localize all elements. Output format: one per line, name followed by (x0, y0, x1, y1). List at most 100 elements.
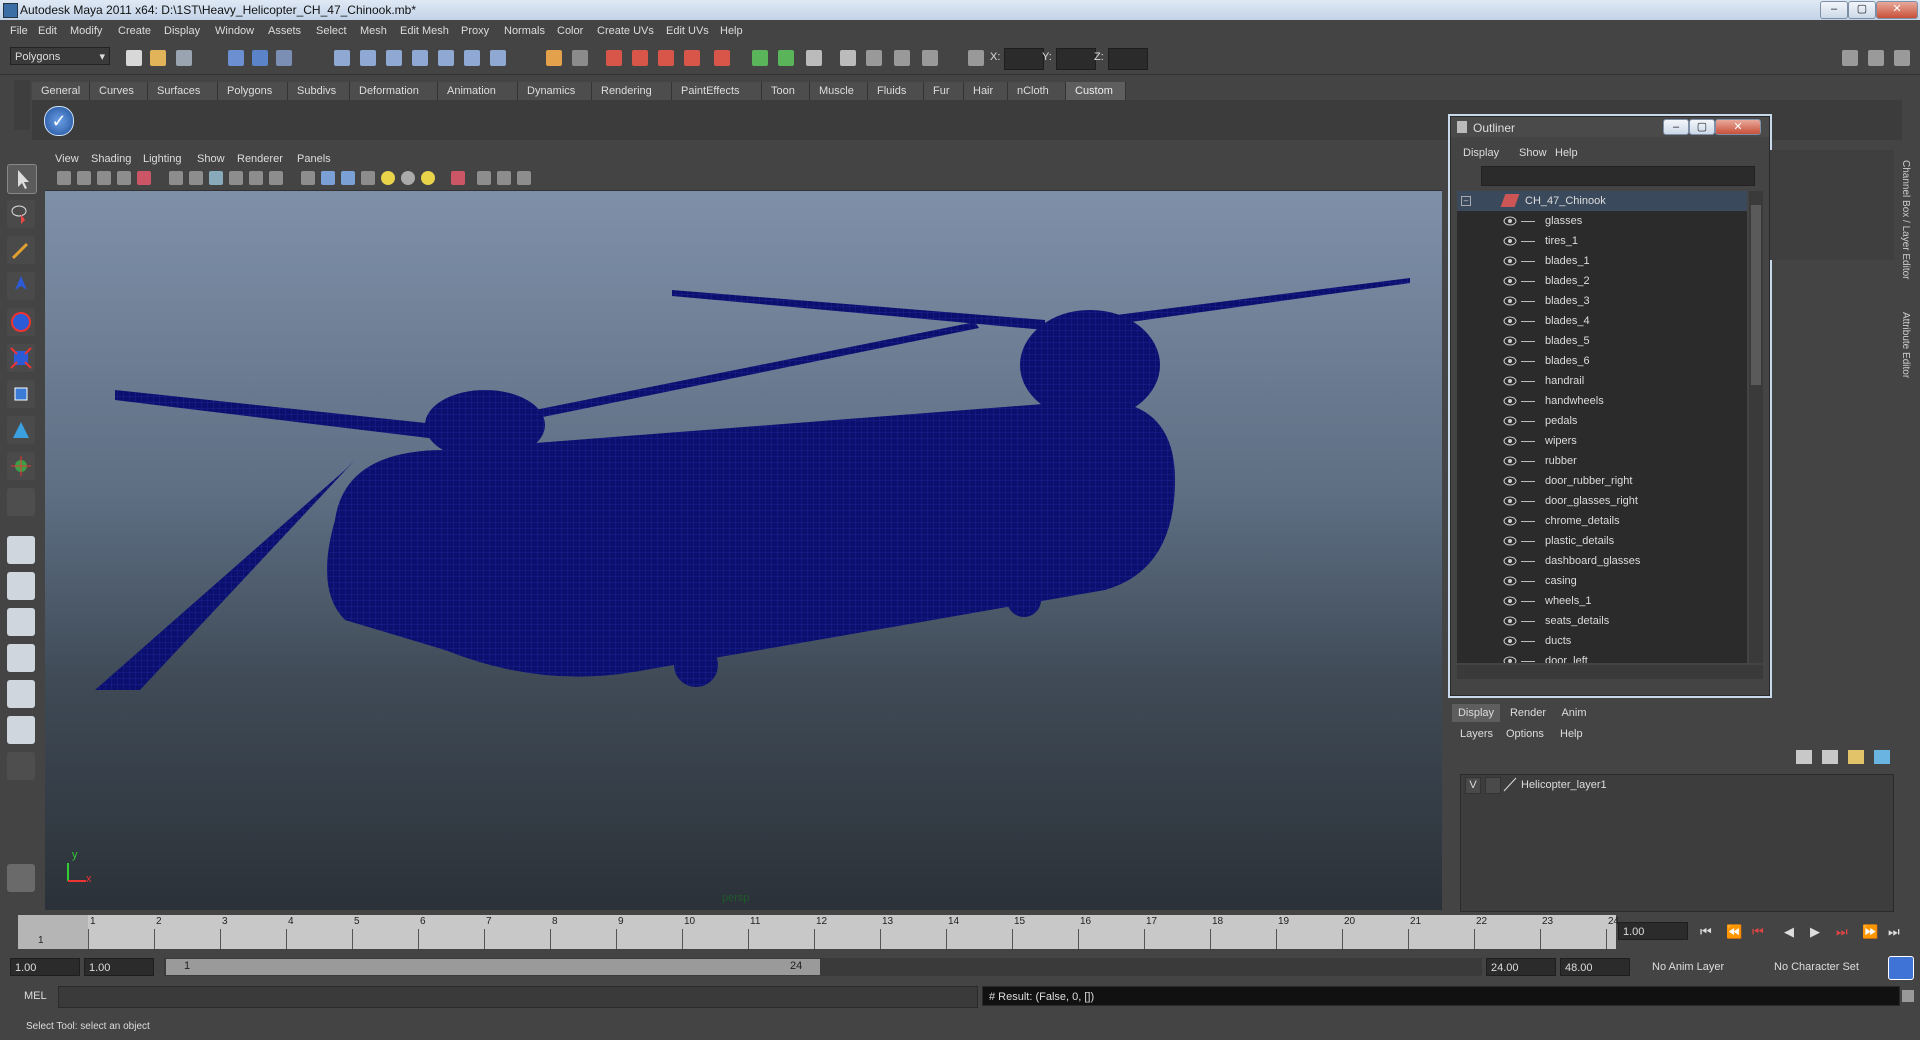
list-item[interactable]: tires_1 (1457, 231, 1747, 251)
auto-key-icon[interactable] (1888, 956, 1914, 980)
menu-edit-uvs[interactable]: Edit UVs (666, 25, 709, 37)
list-item[interactable]: blades_1 (1457, 251, 1747, 271)
step-forward-key-icon[interactable]: ⏭ (1836, 924, 1848, 940)
soft-mod-tool-icon[interactable] (7, 416, 35, 444)
hypershade-icon[interactable] (684, 50, 700, 66)
outliner-menu-display[interactable]: Display (1463, 147, 1499, 159)
snap-to-grid-icon[interactable] (334, 50, 350, 66)
tab-fur[interactable]: Fur (924, 82, 964, 100)
outliner-filter-field[interactable] (1481, 166, 1755, 186)
menu-normals[interactable]: Normals (504, 25, 545, 37)
open-scene-icon[interactable] (150, 50, 166, 66)
list-item[interactable]: door_left (1457, 651, 1747, 663)
grid-icon[interactable] (137, 171, 151, 185)
tab-render[interactable]: Render (1504, 704, 1552, 722)
persp-outliner-layout-icon[interactable] (7, 608, 35, 636)
show-channel-box-icon[interactable] (806, 50, 822, 66)
layer-color-swatch[interactable] (1503, 777, 1517, 792)
select-by-component-icon[interactable] (276, 50, 292, 66)
lasso-tool-icon[interactable] (7, 200, 35, 228)
shelf-menu-handle[interactable] (14, 80, 30, 130)
input-line-icon[interactable] (752, 50, 768, 66)
end-time-field[interactable]: 48.00 (1560, 958, 1630, 976)
show-manipulator-icon[interactable] (7, 452, 35, 480)
tab-ncloth[interactable]: nCloth (1008, 82, 1066, 100)
tab-hair[interactable]: Hair (964, 82, 1008, 100)
hypershade-layout-icon[interactable] (7, 680, 35, 708)
tab-dynamics[interactable]: Dynamics (518, 82, 592, 100)
ipr-render-icon[interactable] (632, 50, 648, 66)
outliner-minimize-button[interactable]: – (1663, 119, 1689, 135)
all-lights-icon[interactable] (421, 171, 435, 185)
channel-box-side-tab[interactable]: Channel Box / Layer Editor (1900, 160, 1911, 280)
tab-deformation[interactable]: Deformation (350, 82, 438, 100)
y-coord-field[interactable] (1056, 48, 1096, 70)
close-window-button[interactable]: ✕ (1876, 1, 1918, 19)
list-item[interactable]: door_rubber_right (1457, 471, 1747, 491)
layer-row[interactable]: V Helicopter_layer1 (1461, 775, 1893, 795)
viewport-menu-view[interactable]: View (55, 153, 79, 165)
play-backwards-icon[interactable]: ◀ (1784, 924, 1794, 940)
list-item[interactable]: wipers (1457, 431, 1747, 451)
list-item[interactable]: blades_4 (1457, 311, 1747, 331)
menu-help[interactable]: Help (720, 25, 743, 37)
tab-fluids[interactable]: Fluids (868, 82, 924, 100)
new-scene-icon[interactable] (126, 50, 142, 66)
menu-edit[interactable]: Edit (38, 25, 57, 37)
menu-color[interactable]: Color (557, 25, 583, 37)
current-frame-field[interactable]: 1.00 (1618, 922, 1688, 940)
list-item[interactable]: – CH_47_Chinook (1457, 191, 1747, 211)
list-item[interactable]: blades_3 (1457, 291, 1747, 311)
menu-select[interactable]: Select (316, 25, 347, 37)
four-view-layout-icon[interactable] (7, 572, 35, 600)
hand-tool-icon[interactable] (7, 864, 35, 892)
step-back-frame-icon[interactable]: ⏪ (1726, 924, 1742, 940)
more-layouts-icon[interactable] (7, 752, 35, 780)
save-scene-icon[interactable] (176, 50, 192, 66)
menu-mesh[interactable]: Mesh (360, 25, 387, 37)
list-item[interactable]: wheels_1 (1457, 591, 1747, 611)
anim-layer-dropdown[interactable]: No Anim Layer (1648, 958, 1748, 976)
list-item[interactable]: plastic_details (1457, 531, 1747, 551)
tab-rendering[interactable]: Rendering (592, 82, 672, 100)
command-input[interactable] (58, 986, 978, 1008)
menu-window[interactable]: Window (215, 25, 254, 37)
command-language-label[interactable]: MEL (24, 990, 47, 1002)
go-to-start-icon[interactable]: ⏮ (1700, 924, 1712, 940)
range-bar[interactable]: 1 24 (166, 959, 820, 975)
snap-to-point-icon[interactable] (386, 50, 402, 66)
safe-action-icon[interactable] (249, 171, 263, 185)
outliner-scroll-thumb[interactable] (1751, 205, 1761, 385)
playback-start-field[interactable]: 1.00 (84, 958, 154, 976)
field-chart-icon[interactable] (229, 171, 243, 185)
z-coord-field[interactable] (1108, 48, 1148, 70)
toggle-channel-box-icon[interactable] (1894, 50, 1910, 66)
snap-to-curve-icon[interactable] (360, 50, 376, 66)
image-plane-icon[interactable] (117, 171, 131, 185)
render-settings-icon[interactable] (658, 50, 674, 66)
isolate-select-icon[interactable] (451, 171, 465, 185)
step-forward-frame-icon[interactable]: ⏩ (1862, 924, 1878, 940)
shadows-icon[interactable] (401, 171, 415, 185)
start-time-field[interactable]: 1.00 (10, 958, 80, 976)
select-tool-icon[interactable] (7, 164, 37, 194)
help-icon[interactable] (490, 50, 506, 66)
list-item[interactable]: rubber (1457, 451, 1747, 471)
texture-layout-icon[interactable] (7, 716, 35, 744)
layer-menu-layers[interactable]: Layers (1460, 728, 1493, 740)
render-view-icon[interactable] (714, 50, 730, 66)
outliner-close-button[interactable]: ✕ (1715, 119, 1761, 135)
graph-icon[interactable] (922, 50, 938, 66)
list-item[interactable]: pedals (1457, 411, 1747, 431)
select-by-hierarchy-icon[interactable] (228, 50, 244, 66)
viewport-menu-renderer[interactable]: Renderer (237, 153, 283, 165)
layer-menu-options[interactable]: Options (1506, 728, 1544, 740)
tab-muscle[interactable]: Muscle (810, 82, 868, 100)
list-item[interactable]: dashboard_glasses (1457, 551, 1747, 571)
rotate-tool-icon[interactable] (7, 308, 35, 336)
tab-polygons[interactable]: Polygons (218, 82, 288, 100)
list-item[interactable]: glasses (1457, 211, 1747, 231)
snapshot-icon[interactable] (866, 50, 882, 66)
tab-animation[interactable]: Animation (438, 82, 518, 100)
make-live-icon[interactable] (438, 50, 454, 66)
